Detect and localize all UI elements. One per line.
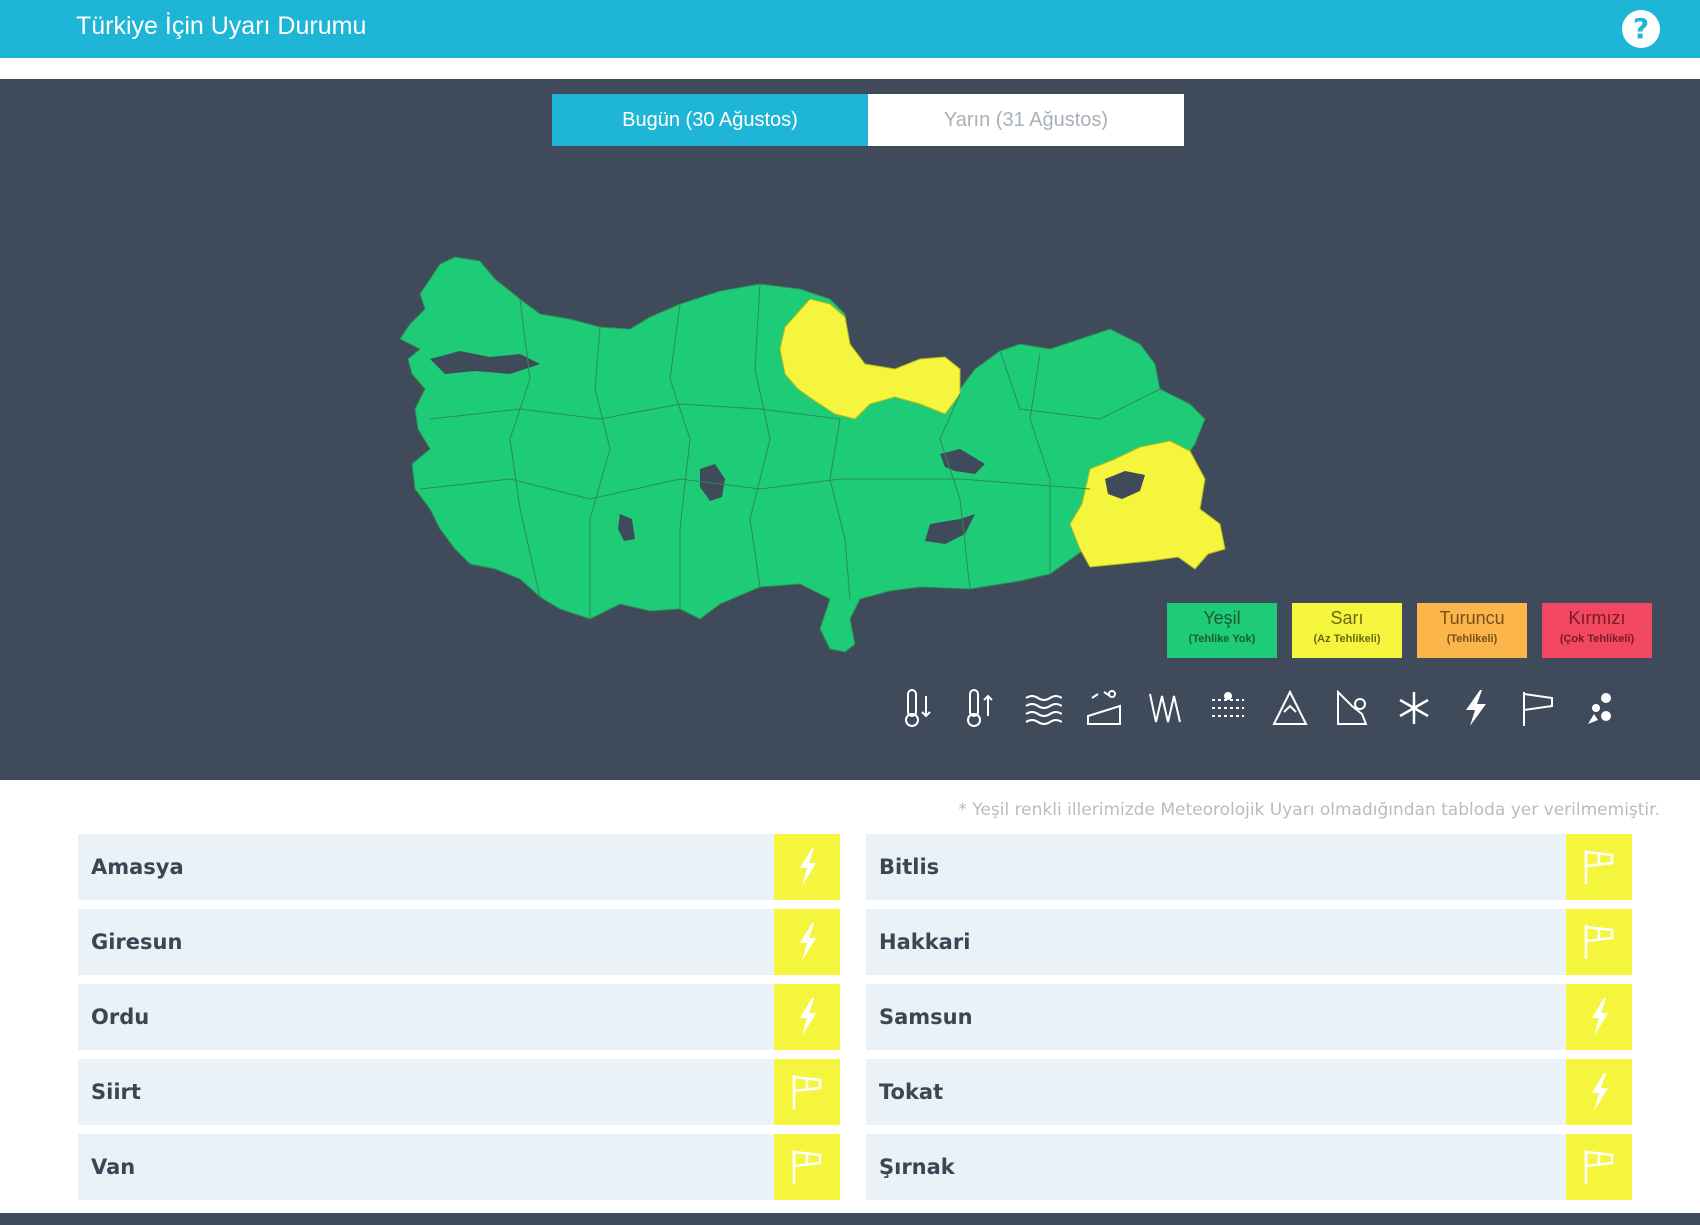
header-bar: Türkiye İçin Uyarı Durumu ?: [0, 0, 1700, 58]
legend-green: Yeşil (Tehlike Yok): [1167, 603, 1277, 658]
wind-icon[interactable]: [1146, 686, 1186, 730]
high-temperature-icon[interactable]: [960, 686, 1000, 730]
fog-icon[interactable]: [1022, 686, 1062, 730]
warning-row[interactable]: Van: [78, 1134, 840, 1200]
lightning-icon[interactable]: [774, 834, 840, 900]
lightning-icon[interactable]: [774, 984, 840, 1050]
lightning-icon[interactable]: [774, 909, 840, 975]
snow-melt-icon[interactable]: [1270, 686, 1310, 730]
legend-orange-label: Turuncu: [1439, 608, 1505, 628]
map-panel: Bugün (30 Ağustos) Yarın (31 Ağustos) Ye…: [0, 79, 1700, 780]
legend-orange-sub: (Tehlikeli): [1446, 633, 1498, 645]
legend-red: Kırmızı (Çok Tehlikeli): [1542, 603, 1652, 658]
legend-green-sub: (Tehlike Yok): [1188, 633, 1256, 645]
thunderstorm-icon[interactable]: [1456, 686, 1496, 730]
footer-bar: [0, 1213, 1700, 1225]
legend-red-sub: (Çok Tehlikeli): [1559, 633, 1635, 645]
province-name: Tokat: [879, 1080, 944, 1104]
province-name: Van: [91, 1155, 136, 1179]
tab-tomorrow[interactable]: Yarın (31 Ağustos): [868, 94, 1184, 146]
dust-icon[interactable]: [1208, 686, 1248, 730]
avalanche-icon[interactable]: [1084, 686, 1124, 730]
province-name: Bitlis: [879, 855, 940, 879]
help-icon[interactable]: ?: [1622, 10, 1660, 48]
rain-icon[interactable]: [1332, 686, 1372, 730]
lightning-icon[interactable]: [1566, 1059, 1632, 1125]
warning-row[interactable]: Bitlis: [866, 834, 1632, 900]
windsock-icon[interactable]: [1566, 834, 1632, 900]
legend-orange: Turuncu (Tehlikeli): [1417, 603, 1527, 658]
hail-icon[interactable]: [1580, 686, 1620, 730]
warning-row[interactable]: Şırnak: [866, 1134, 1632, 1200]
province-name: Şırnak: [879, 1155, 955, 1179]
province-name: Siirt: [91, 1080, 141, 1104]
windsock-icon[interactable]: [1566, 1134, 1632, 1200]
snow-icon[interactable]: [1394, 686, 1434, 730]
warning-row[interactable]: Ordu: [78, 984, 840, 1050]
windsock-icon[interactable]: [1566, 909, 1632, 975]
legend-red-label: Kırmızı: [1568, 608, 1626, 628]
tab-today[interactable]: Bugün (30 Ağustos): [552, 94, 868, 146]
strong-wind-icon[interactable]: [1518, 686, 1558, 730]
province-name: Hakkari: [879, 930, 971, 954]
province-name: Giresun: [91, 930, 183, 954]
table-note: * Yeşil renkli illerimizde Meteorolojik …: [958, 800, 1660, 820]
warning-row[interactable]: Siirt: [78, 1059, 840, 1125]
day-tabs: Bugün (30 Ağustos) Yarın (31 Ağustos): [552, 94, 1184, 146]
warning-row[interactable]: Amasya: [78, 834, 840, 900]
windsock-icon[interactable]: [774, 1059, 840, 1125]
windsock-icon[interactable]: [774, 1134, 840, 1200]
legend-yellow-label: Sarı: [1330, 608, 1364, 628]
page-title: Türkiye İçin Uyarı Durumu: [76, 12, 367, 40]
legend-yellow: Sarı (Az Tehlikeli): [1292, 603, 1402, 658]
legend-green-label: Yeşil: [1203, 608, 1241, 628]
low-temperature-icon[interactable]: [898, 686, 938, 730]
warning-row[interactable]: Samsun: [866, 984, 1632, 1050]
warning-row[interactable]: Giresun: [78, 909, 840, 975]
province-name: Samsun: [879, 1005, 973, 1029]
warning-row[interactable]: Tokat: [866, 1059, 1632, 1125]
lightning-icon[interactable]: [1566, 984, 1632, 1050]
warning-row[interactable]: Hakkari: [866, 909, 1632, 975]
legend-yellow-sub: (Az Tehlikeli): [1313, 633, 1381, 645]
province-name: Amasya: [91, 855, 184, 879]
province-name: Ordu: [91, 1005, 150, 1029]
